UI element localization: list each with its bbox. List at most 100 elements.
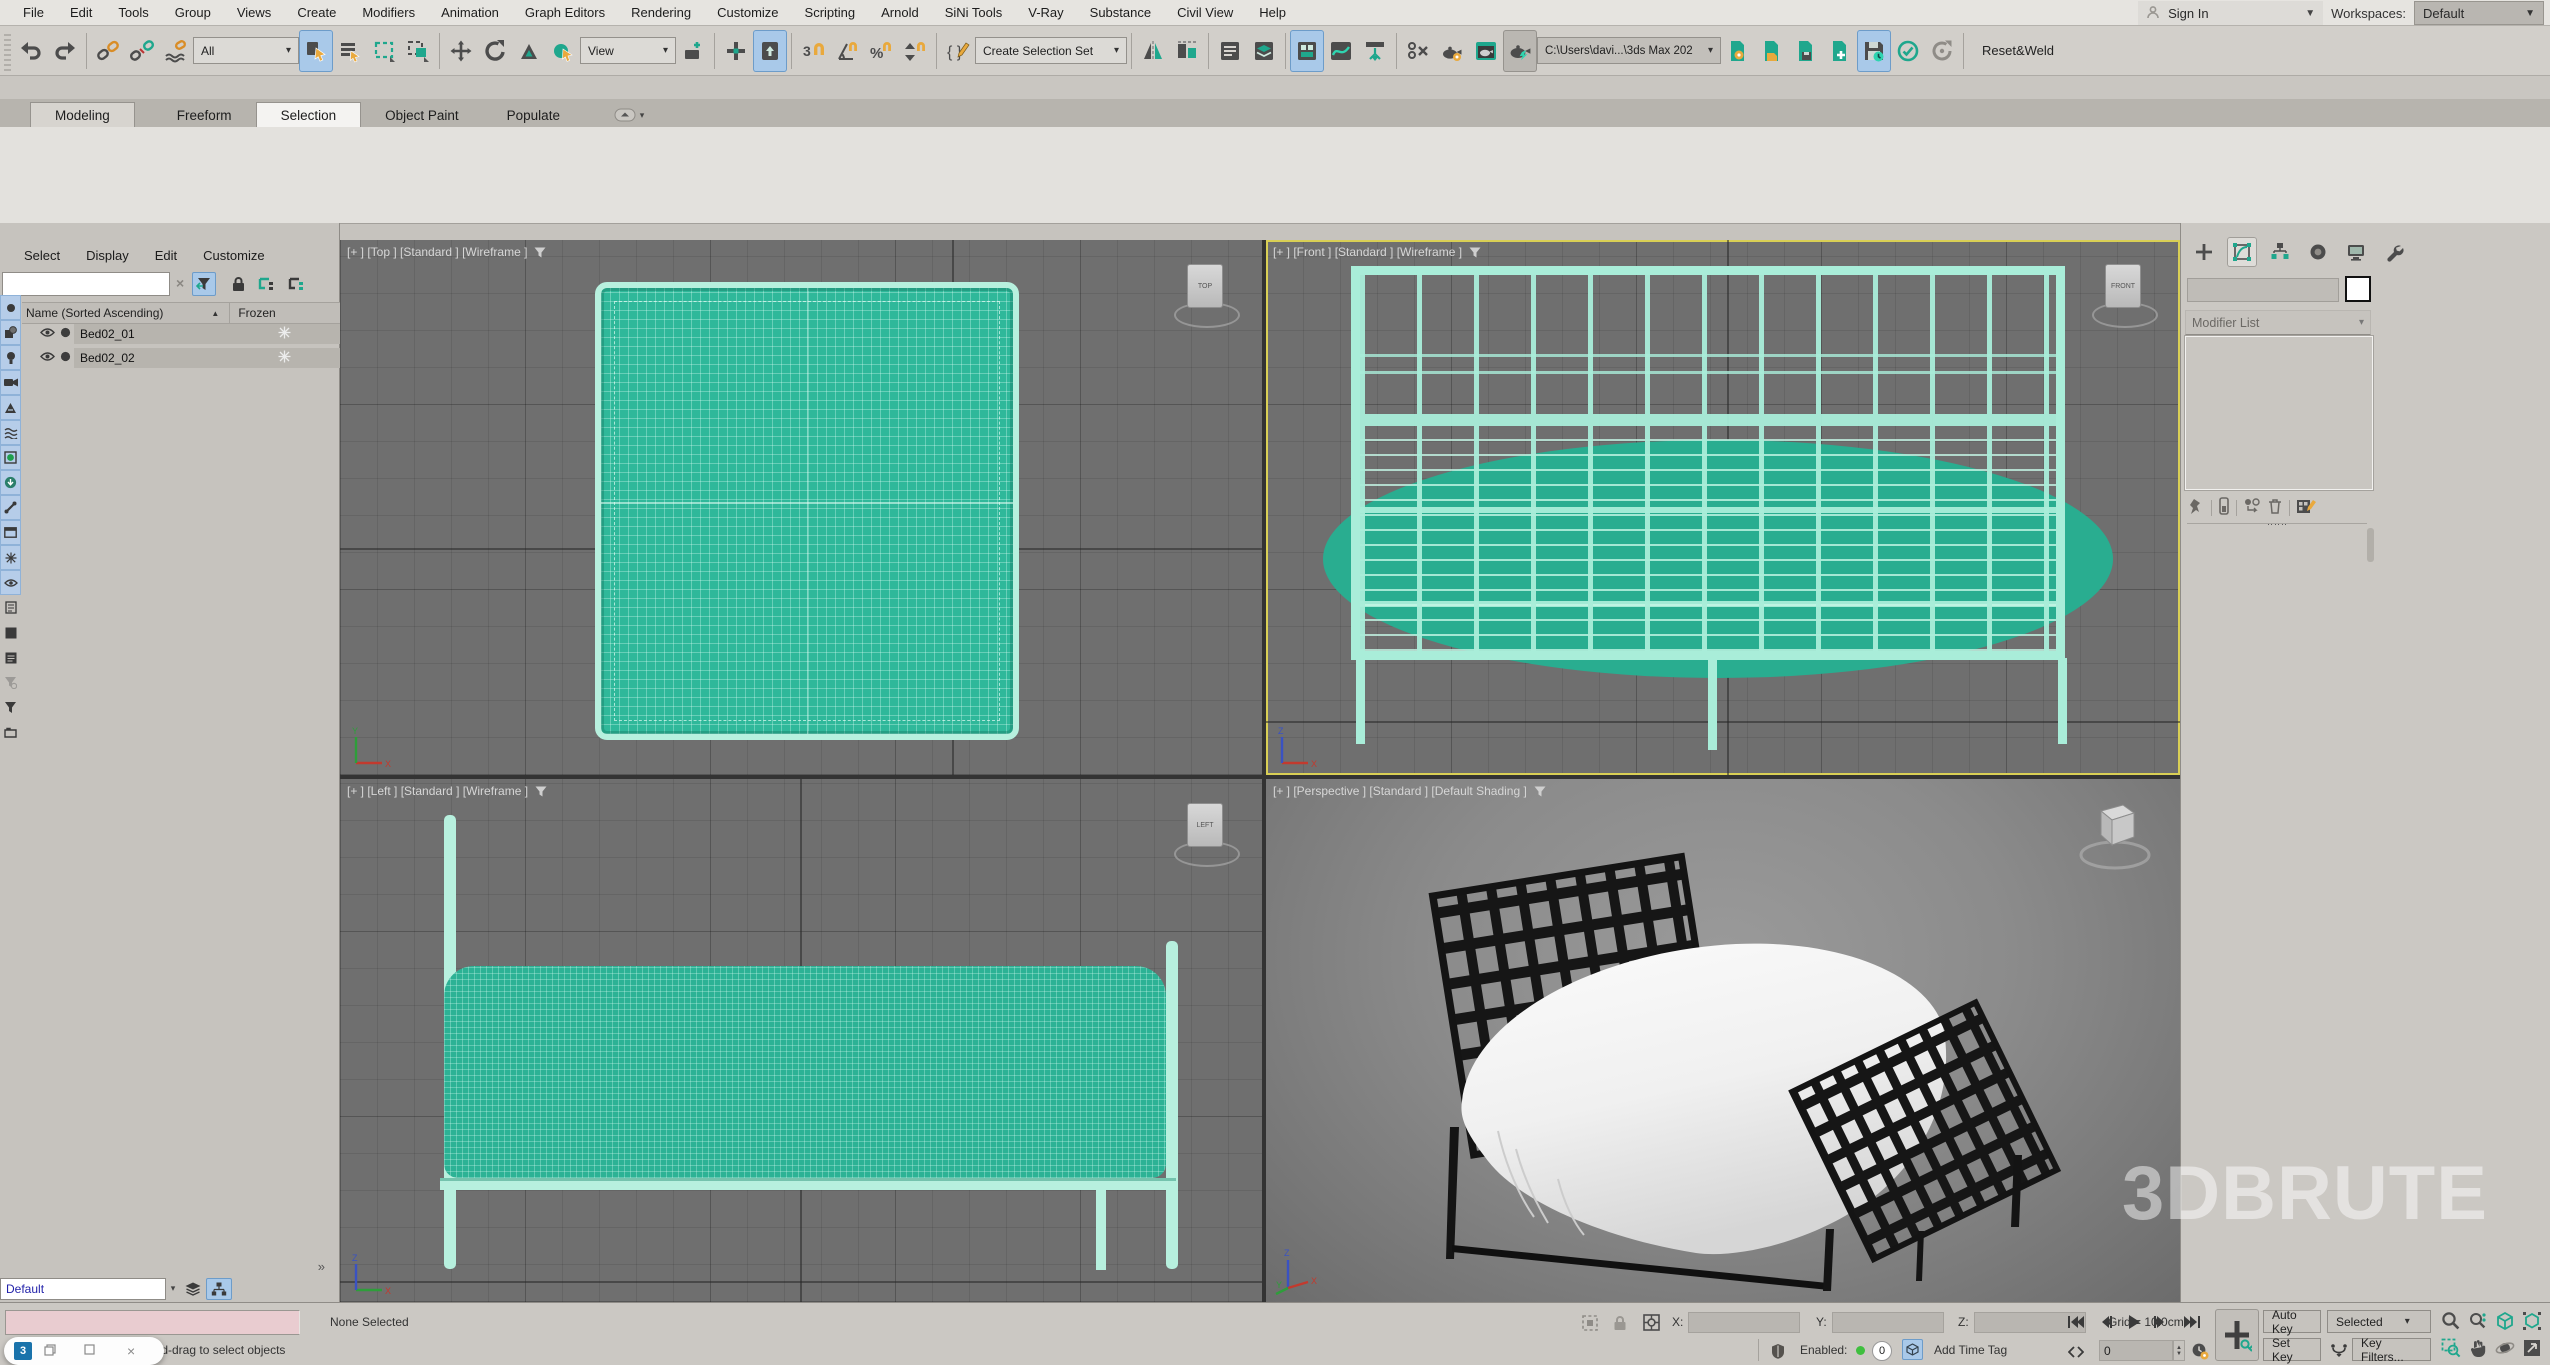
tab-populate[interactable]: Populate (483, 103, 584, 127)
tab-utilities[interactable] (2379, 237, 2409, 267)
set-key-button[interactable]: Set Key (2263, 1338, 2321, 1361)
render-setup-button[interactable] (1435, 30, 1469, 72)
tab-object-paint[interactable]: Object Paint (361, 103, 483, 127)
filter-import-icon[interactable] (0, 470, 21, 495)
explorer-menu-edit[interactable]: Edit (155, 248, 177, 263)
menu-group[interactable]: Group (162, 5, 224, 20)
key-steps-icon[interactable] (2327, 1338, 2350, 1361)
explorer-notes-icon[interactable] (0, 595, 21, 620)
column-frozen[interactable]: Frozen (229, 303, 275, 323)
explorer-list-icon[interactable] (0, 645, 21, 670)
viewcube-left[interactable]: LEFT (1170, 801, 1240, 867)
object-color-swatch[interactable] (2345, 276, 2371, 302)
tab-freeform[interactable]: Freeform (153, 103, 256, 127)
bed-top-wireframe[interactable] (595, 282, 1019, 740)
viewport-front-label[interactable]: [+ ] [Front ] [Standard ] [Wireframe ] (1273, 245, 1462, 259)
maximize-window-icon[interactable] (84, 1344, 95, 1358)
menu-scripting[interactable]: Scripting (792, 5, 869, 20)
viewcube-top[interactable]: TOP (1170, 262, 1240, 328)
object-name-field[interactable] (2187, 278, 2339, 302)
zoom-all-button[interactable] (2465, 1308, 2491, 1334)
render-history-icon[interactable] (1925, 30, 1959, 72)
collapse-hierarchy-icon[interactable] (284, 272, 308, 296)
frame-spinner[interactable]: ▲▼ (2173, 1340, 2185, 1361)
orbit-button[interactable] (2492, 1335, 2518, 1361)
menu-file[interactable]: File (10, 5, 57, 20)
viewcube-face-label[interactable]: LEFT (1187, 803, 1223, 847)
filter-container-closed-icon[interactable] (0, 720, 21, 745)
filter-helpers-icon[interactable] (0, 395, 21, 420)
reset-weld-button[interactable]: Reset&Weld (1982, 43, 2054, 58)
add-time-tag[interactable]: Add Time Tag (1934, 1343, 2007, 1357)
degradation-count-badge[interactable]: 0 (1872, 1341, 1892, 1361)
object-name[interactable]: Bed02_01 (80, 327, 135, 341)
selection-lock-toggle[interactable] (1608, 1311, 1631, 1334)
asset-add-icon[interactable] (1823, 30, 1857, 72)
isolate-selection-toggle[interactable] (1578, 1311, 1601, 1334)
render-production-button[interactable] (1503, 30, 1537, 72)
spinner-snap-toggle-button[interactable] (898, 30, 932, 72)
viewport-top[interactable]: [+ ] [Top ] [Standard ] [Wireframe ] TOP… (340, 240, 1262, 775)
filter-selection-icon[interactable] (0, 295, 21, 320)
menu-vray[interactable]: V-Ray (1015, 5, 1076, 20)
show-end-result-icon[interactable] (2218, 497, 2230, 518)
zoom-extents-all-button[interactable] (2519, 1308, 2545, 1334)
viewport-filter-icon[interactable] (1469, 247, 1481, 258)
explorer-workspace-caret-icon[interactable]: ▾ (166, 1283, 180, 1294)
menu-substance[interactable]: Substance (1077, 5, 1164, 20)
menu-sini-tools[interactable]: SiNi Tools (932, 5, 1016, 20)
zoom-extents-button[interactable] (2492, 1308, 2518, 1334)
snaps-toggle-button[interactable]: 3 (796, 30, 830, 72)
toggle-scene-explorer-button[interactable] (1213, 30, 1247, 72)
modifier-list-dropdown[interactable]: Modifier List (2185, 310, 2371, 335)
menu-tools[interactable]: Tools (105, 5, 161, 20)
toggle-ribbon-button[interactable] (1290, 30, 1324, 72)
hierarchy-view-icon[interactable] (206, 1278, 232, 1300)
explorer-overflow-chevrons[interactable]: » (318, 1259, 325, 1274)
viewport-filter-icon[interactable] (534, 247, 546, 258)
table-row[interactable]: Bed02_02 (22, 347, 340, 369)
filter-shapes-icon[interactable] (0, 320, 21, 345)
filter-cameras-icon[interactable] (0, 370, 21, 395)
viewport-left-label[interactable]: [+ ] [Left ] [Standard ] [Wireframe ] (347, 784, 528, 798)
viewcube-face-label[interactable]: TOP (1187, 264, 1223, 308)
select-object-button[interactable] (299, 30, 333, 72)
filter-geometry-icon[interactable] (0, 445, 21, 470)
save-file-button[interactable] (1857, 30, 1891, 72)
pin-stack-icon[interactable] (2187, 497, 2205, 518)
filter-advanced-disabled-icon[interactable] (0, 670, 21, 695)
clear-search-icon[interactable]: × (176, 275, 184, 291)
tab-hierarchy[interactable] (2265, 237, 2295, 267)
tab-modeling[interactable]: Modeling (30, 102, 135, 127)
filter-bones-icon[interactable] (0, 495, 21, 520)
next-frame-button[interactable] (2148, 1310, 2171, 1333)
time-configuration-button[interactable] (2188, 1339, 2211, 1362)
reference-coordinate-system-dropdown[interactable]: View (580, 37, 676, 64)
viewport-perspective[interactable]: [+ ] [Perspective ] [Standard ] [Default… (1266, 779, 2180, 1302)
restore-window-icon[interactable] (44, 1344, 56, 1359)
zoom-region-button[interactable] (2438, 1335, 2464, 1361)
curve-editor-button[interactable] (1324, 30, 1358, 72)
make-unique-icon[interactable] (2243, 497, 2261, 518)
layer-list-icon[interactable] (180, 1282, 206, 1296)
tab-selection[interactable]: Selection (256, 102, 362, 127)
toolbar-grip[interactable] (4, 31, 11, 71)
redo-button[interactable] (48, 30, 82, 72)
ribbon-minimize-button[interactable]: ▾ (606, 105, 652, 125)
filter-space-warps-icon[interactable] (0, 420, 21, 445)
angle-snap-toggle-button[interactable] (830, 30, 864, 72)
menu-modifiers[interactable]: Modifiers (349, 5, 428, 20)
explorer-search-input[interactable] (2, 272, 170, 296)
schematic-view-button[interactable] (1358, 30, 1392, 72)
sign-in-caret-icon[interactable]: ▼ (2305, 8, 2315, 19)
mirror-button[interactable] (1136, 30, 1170, 72)
configure-modifier-sets-icon[interactable] (2296, 497, 2316, 518)
remove-modifier-icon[interactable] (2267, 497, 2283, 518)
visibility-eye-icon[interactable] (40, 327, 55, 341)
material-editor-button[interactable] (1401, 30, 1435, 72)
menu-arnold[interactable]: Arnold (868, 5, 932, 20)
keyboard-shortcut-override-toggle[interactable] (753, 30, 787, 72)
named-selection-set-dropdown[interactable]: Create Selection Set (975, 37, 1127, 64)
go-to-end-button[interactable] (2180, 1310, 2203, 1333)
column-name[interactable]: Name (Sorted Ascending) (26, 306, 163, 320)
